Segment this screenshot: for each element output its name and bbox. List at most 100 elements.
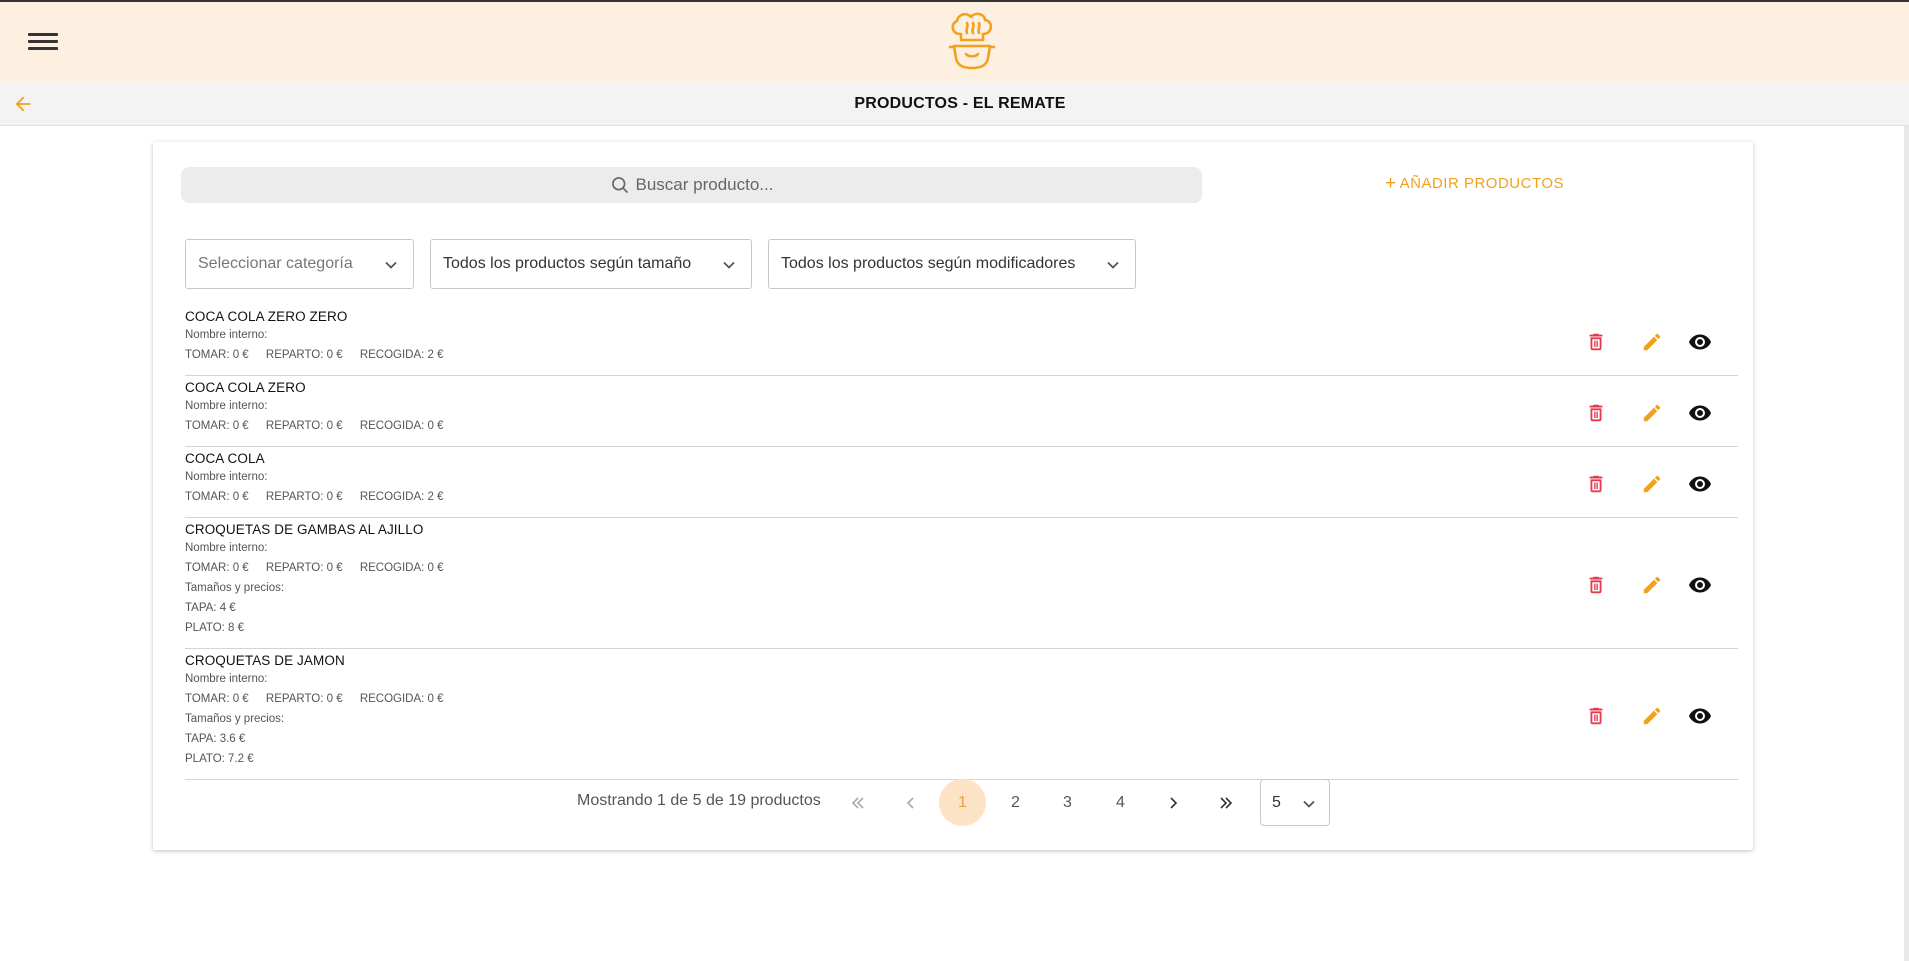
pencil-icon bbox=[1643, 475, 1661, 493]
edit-button[interactable] bbox=[1639, 471, 1665, 497]
product-name: CROQUETAS DE JAMON bbox=[185, 653, 345, 668]
products-card: Buscar producto... + AÑADIR PRODUCTOS Se… bbox=[153, 142, 1753, 850]
trash-icon bbox=[1589, 707, 1603, 725]
edit-button[interactable] bbox=[1639, 400, 1665, 426]
product-prices: TOMAR: 0 € REPARTO: 0 € RECOGIDA: 0 € bbox=[185, 416, 1738, 436]
pencil-icon bbox=[1643, 404, 1661, 422]
view-button[interactable] bbox=[1687, 329, 1713, 355]
row-actions bbox=[1583, 703, 1713, 729]
search-icon bbox=[611, 177, 628, 194]
view-button[interactable] bbox=[1687, 471, 1713, 497]
product-name: COCA COLA ZERO ZERO bbox=[185, 309, 348, 324]
prev-page-button[interactable] bbox=[887, 779, 934, 826]
product-prices: TOMAR: 0 € REPARTO: 0 € RECOGIDA: 2 € bbox=[185, 345, 1738, 365]
top-app-bar bbox=[0, 0, 1909, 82]
edit-button[interactable] bbox=[1639, 572, 1665, 598]
category-select[interactable]: Seleccionar categoría bbox=[185, 239, 414, 289]
price-recogida: RECOGIDA: 2 € bbox=[359, 491, 444, 503]
price-tomar: TOMAR: 0 € bbox=[185, 562, 249, 574]
price-reparto: REPARTO: 0 € bbox=[265, 562, 343, 574]
price-recogida: RECOGIDA: 0 € bbox=[359, 562, 444, 574]
page-scrollbar[interactable] bbox=[1904, 126, 1909, 961]
price-recogida: RECOGIDA: 0 € bbox=[359, 420, 444, 432]
size-select-value: Todos los productos según tamaño bbox=[443, 255, 692, 272]
product-row: CROQUETAS DE GAMBAS AL AJILLO Nombre int… bbox=[185, 522, 1738, 649]
product-internal-name: Nombre interno: bbox=[185, 542, 268, 554]
delete-button[interactable] bbox=[1583, 703, 1609, 729]
product-row: COCA COLA Nombre interno: TOMAR: 0 € REP… bbox=[185, 451, 1738, 518]
row-actions bbox=[1583, 329, 1713, 355]
add-products-label: AÑADIR PRODUCTOS bbox=[1399, 175, 1565, 192]
last-page-button[interactable] bbox=[1202, 779, 1249, 826]
price-tomar: TOMAR: 0 € bbox=[185, 349, 249, 361]
pencil-icon bbox=[1643, 333, 1661, 351]
trash-icon bbox=[1589, 404, 1603, 422]
product-name: COCA COLA ZERO bbox=[185, 380, 306, 395]
plus-icon: + bbox=[1385, 173, 1397, 194]
delete-button[interactable] bbox=[1583, 400, 1609, 426]
category-select-value: Seleccionar categoría bbox=[198, 255, 353, 272]
pencil-icon bbox=[1643, 576, 1661, 594]
hamburger-menu-icon[interactable] bbox=[28, 30, 58, 54]
chevron-down-icon bbox=[385, 261, 397, 269]
eye-icon bbox=[1689, 577, 1711, 593]
delete-button[interactable] bbox=[1583, 572, 1609, 598]
view-button[interactable] bbox=[1687, 703, 1713, 729]
price-reparto: REPARTO: 0 € bbox=[265, 420, 343, 432]
page-header: PRODUCTOS - EL REMATE bbox=[0, 82, 1909, 126]
product-prices: TOMAR: 0 € REPARTO: 0 € RECOGIDA: 2 € bbox=[185, 487, 1738, 507]
search-input[interactable]: Buscar producto... bbox=[181, 167, 1202, 203]
next-page-button[interactable] bbox=[1149, 779, 1196, 826]
product-row: CROQUETAS DE JAMON Nombre interno: TOMAR… bbox=[185, 653, 1738, 780]
row-actions bbox=[1583, 572, 1713, 598]
pencil-icon bbox=[1643, 707, 1661, 725]
trash-icon bbox=[1589, 475, 1603, 493]
size-select[interactable]: Todos los productos según tamaño bbox=[430, 239, 752, 289]
first-page-button[interactable] bbox=[834, 779, 881, 826]
modifiers-select-value: Todos los productos según modificadores bbox=[781, 255, 1076, 272]
product-internal-name: Nombre interno: bbox=[185, 471, 268, 483]
price-recogida: RECOGIDA: 0 € bbox=[359, 693, 444, 705]
delete-button[interactable] bbox=[1583, 329, 1609, 355]
delete-button[interactable] bbox=[1583, 471, 1609, 497]
view-button[interactable] bbox=[1687, 572, 1713, 598]
double-chevron-left-icon bbox=[851, 796, 864, 809]
row-actions bbox=[1583, 400, 1713, 426]
price-tomar: TOMAR: 0 € bbox=[185, 491, 249, 503]
trash-icon bbox=[1589, 576, 1603, 594]
page-button-4[interactable]: 4 bbox=[1097, 779, 1144, 826]
chevron-right-icon bbox=[1169, 796, 1177, 809]
price-tomar: TOMAR: 0 € bbox=[185, 693, 249, 705]
eye-icon bbox=[1689, 405, 1711, 421]
size-price: TAPA: 4 € bbox=[185, 602, 236, 614]
product-list: COCA COLA ZERO ZERO Nombre interno: TOMA… bbox=[185, 305, 1738, 780]
eye-icon bbox=[1689, 708, 1711, 724]
eye-icon bbox=[1689, 476, 1711, 492]
product-prices: TOMAR: 0 € REPARTO: 0 € RECOGIDA: 0 € bbox=[185, 558, 1738, 578]
modifiers-select[interactable]: Todos los productos según modificadores bbox=[768, 239, 1136, 289]
row-actions bbox=[1583, 471, 1713, 497]
price-reparto: REPARTO: 0 € bbox=[265, 491, 343, 503]
chevron-left-icon bbox=[906, 796, 914, 809]
view-button[interactable] bbox=[1687, 400, 1713, 426]
eye-icon bbox=[1689, 334, 1711, 350]
page-title: PRODUCTOS - EL REMATE bbox=[854, 95, 1066, 112]
edit-button[interactable] bbox=[1639, 703, 1665, 729]
product-internal-name: Nombre interno: bbox=[185, 400, 268, 412]
chevron-down-icon bbox=[1107, 261, 1119, 269]
product-internal-name: Nombre interno: bbox=[185, 329, 268, 341]
size-price: TAPA: 3.6 € bbox=[185, 733, 246, 745]
sizes-label: Tamaños y precios: bbox=[185, 582, 285, 594]
page-button-3[interactable]: 3 bbox=[1044, 779, 1091, 826]
edit-button[interactable] bbox=[1639, 329, 1665, 355]
price-reparto: REPARTO: 0 € bbox=[265, 349, 343, 361]
search-placeholder: Buscar producto... bbox=[635, 175, 774, 194]
price-reparto: REPARTO: 0 € bbox=[265, 693, 343, 705]
add-products-button[interactable]: + AÑADIR PRODUCTOS bbox=[1385, 173, 1565, 194]
rows-per-page-value: 5 bbox=[1272, 793, 1281, 811]
product-row: COCA COLA ZERO Nombre interno: TOMAR: 0 … bbox=[185, 380, 1738, 447]
size-price: PLATO: 7.2 € bbox=[185, 753, 254, 765]
page-button-2[interactable]: 2 bbox=[992, 779, 1039, 826]
page-button-1[interactable]: 1 bbox=[939, 779, 986, 826]
rows-per-page-select[interactable]: 5 bbox=[1260, 779, 1330, 826]
